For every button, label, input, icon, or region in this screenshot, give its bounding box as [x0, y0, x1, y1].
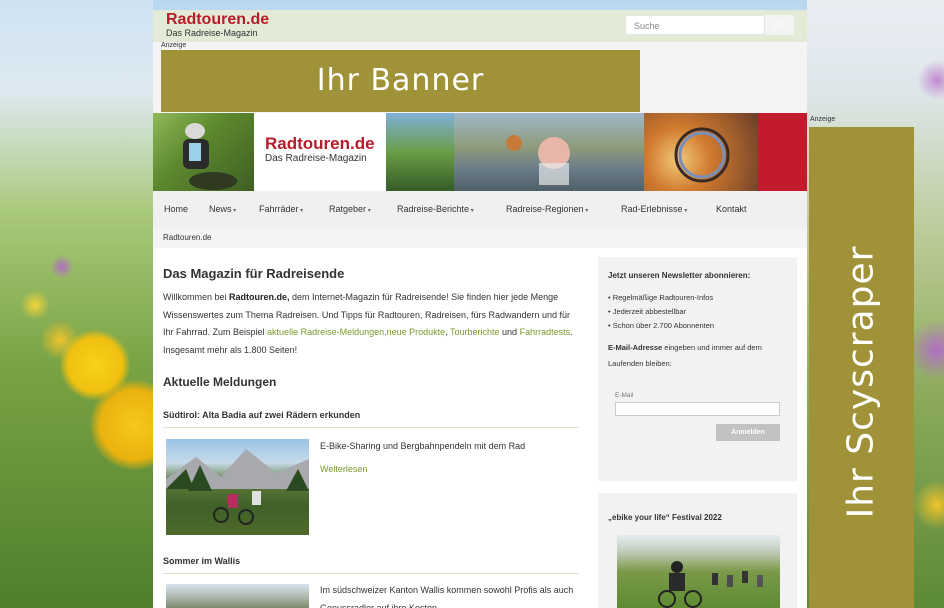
ad-label: Anzeige [161, 42, 187, 49]
article-teaser: Im südschweizer Kanton Wallis kommen sow… [320, 585, 574, 608]
sunset-wheel-illustration [674, 127, 730, 183]
chevron-down-icon: ▾ [682, 208, 688, 214]
intro-text: Willkommen bei Radtouren.de, dem Interne… [163, 289, 583, 359]
link-radreise-meldungen[interactable]: aktuelle Radreise-Meldungen,neue Produkt… [267, 327, 445, 337]
header-site-tagline: Das Radreise-Magazin [265, 153, 367, 164]
search-button[interactable]: Los [765, 15, 794, 35]
ad-skyscraper-text: Ihr Scyscraper [840, 245, 882, 519]
nav-rad-erlebnisse-label: Rad-Erlebnisse [621, 204, 683, 214]
main-navigation: Home News ▾ Fahrräder ▾ Ratgeber ▾ Radre… [153, 191, 807, 227]
link-tourberichte[interactable]: Tourberichte [450, 327, 500, 337]
cyclist-illustration [183, 123, 237, 190]
ad-label: Anzeige [810, 116, 836, 123]
newsletter-description-bold: E-Mail-Adresse [608, 343, 663, 352]
article-title[interactable]: Südtirol: Alta Badia auf zwei Rädern erk… [163, 410, 360, 420]
river-illustration [506, 135, 570, 185]
page-title: Das Magazin für Radreisende [163, 266, 345, 281]
article-thumbnail[interactable] [166, 439, 309, 535]
nav-news[interactable]: News ▾ [209, 204, 236, 214]
intro-brand: Radtouren.de, [229, 292, 290, 302]
page-container: Radtouren.de Das Radreise-Magazin Suche … [153, 10, 807, 608]
divider [163, 427, 579, 428]
link-fahrradtests[interactable]: Fahrradtests [520, 327, 571, 337]
nav-news-label: News [209, 204, 232, 214]
nav-ratgeber-label: Ratgeber [329, 204, 367, 214]
ad-skyscraper[interactable]: Ihr Scyscraper [809, 127, 914, 608]
site-logo-small[interactable]: Radtouren.de Das Radreise-Magazin [166, 11, 270, 39]
breadcrumb[interactable]: Radtouren.de [163, 233, 211, 242]
header-logo[interactable]: Radtouren.de Das Radreise-Magazin [254, 113, 386, 191]
search-input[interactable]: Suche [625, 15, 765, 35]
nav-radreise-regionen-label: Radreise-Regionen [506, 204, 584, 214]
intro-p1: Willkommen bei [163, 292, 230, 302]
divider [163, 573, 579, 574]
newsletter-description: E-Mail-Adresse eingeben und immer auf de… [608, 340, 790, 372]
header-photo-cyclist [153, 113, 254, 191]
nav-fahrraeder-label: Fahrräder [259, 204, 299, 214]
nav-ratgeber[interactable]: Ratgeber ▾ [329, 204, 371, 214]
email-label: E-Mail [615, 392, 634, 399]
news-heading: Aktuelle Meldungen [163, 375, 277, 389]
email-field[interactable] [615, 402, 780, 416]
nav-rad-erlebnisse[interactable]: Rad-Erlebnisse ▾ [621, 204, 687, 214]
chevron-down-icon: ▾ [231, 208, 237, 214]
site-name: Radtouren.de [166, 11, 270, 28]
nav-radreise-berichte[interactable]: Radreise-Berichte ▾ [397, 204, 474, 214]
header-photo-group [386, 113, 454, 191]
festival-image[interactable] [617, 535, 780, 608]
article-teaser: E-Bike-Sharing und Bergbahnpendeln mit d… [320, 441, 526, 451]
nav-home-label: Home [164, 204, 189, 214]
header-photo-sunset [644, 113, 758, 191]
background-meadow-left [0, 0, 153, 608]
subscribe-button[interactable]: Anmelden [716, 424, 780, 441]
nav-home[interactable]: Home [164, 204, 188, 214]
top-bar: Radtouren.de Das Radreise-Magazin Suche … [153, 10, 807, 42]
chevron-down-icon: ▾ [366, 208, 371, 214]
intro-und: und [499, 327, 520, 337]
header-photo-river [454, 113, 644, 191]
nav-fahrraeder[interactable]: Fahrräder ▾ [259, 204, 303, 214]
main-content: Das Magazin für Radreisende Willkommen b… [153, 248, 807, 608]
article-thumbnail[interactable] [166, 584, 309, 608]
header-red-block [758, 113, 807, 191]
newsletter-box: Jetzt unseren Newsletter abonnieren: • R… [598, 257, 797, 481]
chevron-down-icon: ▾ [298, 208, 304, 214]
festival-riders-illustration [658, 561, 763, 608]
newsletter-heading: Jetzt unseren Newsletter abonnieren: [608, 271, 751, 280]
header-site-name: Radtouren.de [265, 134, 375, 153]
chevron-down-icon: ▾ [469, 208, 474, 214]
ad-banner[interactable]: Ihr Banner [161, 50, 640, 112]
festival-box: „ebike your life“ Festival 2022 [598, 493, 797, 608]
mountain-bikers-illustration [166, 449, 309, 525]
nav-radreise-berichte-label: Radreise-Berichte [397, 204, 470, 214]
nav-kontakt[interactable]: Kontakt [716, 204, 747, 214]
header-image-strip: Radtouren.de Das Radreise-Magazin [153, 113, 807, 191]
nav-kontakt-label: Kontakt [716, 204, 747, 214]
newsletter-bullet: • Jederzeit abbestellbar [608, 307, 687, 316]
nav-radreise-regionen[interactable]: Radreise-Regionen ▾ [506, 204, 588, 214]
readmore-link[interactable]: Weiterlesen [320, 464, 367, 474]
site-tagline: Das Radreise-Magazin [166, 28, 258, 38]
article-title[interactable]: Sommer im Wallis [163, 556, 240, 566]
newsletter-bullet: • Schon über 2.700 Abonnenten [608, 321, 715, 330]
newsletter-bullet: • Regelmäßige Radtouren-Infos [608, 293, 714, 302]
chevron-down-icon: ▾ [583, 208, 589, 214]
festival-heading[interactable]: „ebike your life“ Festival 2022 [608, 513, 722, 522]
